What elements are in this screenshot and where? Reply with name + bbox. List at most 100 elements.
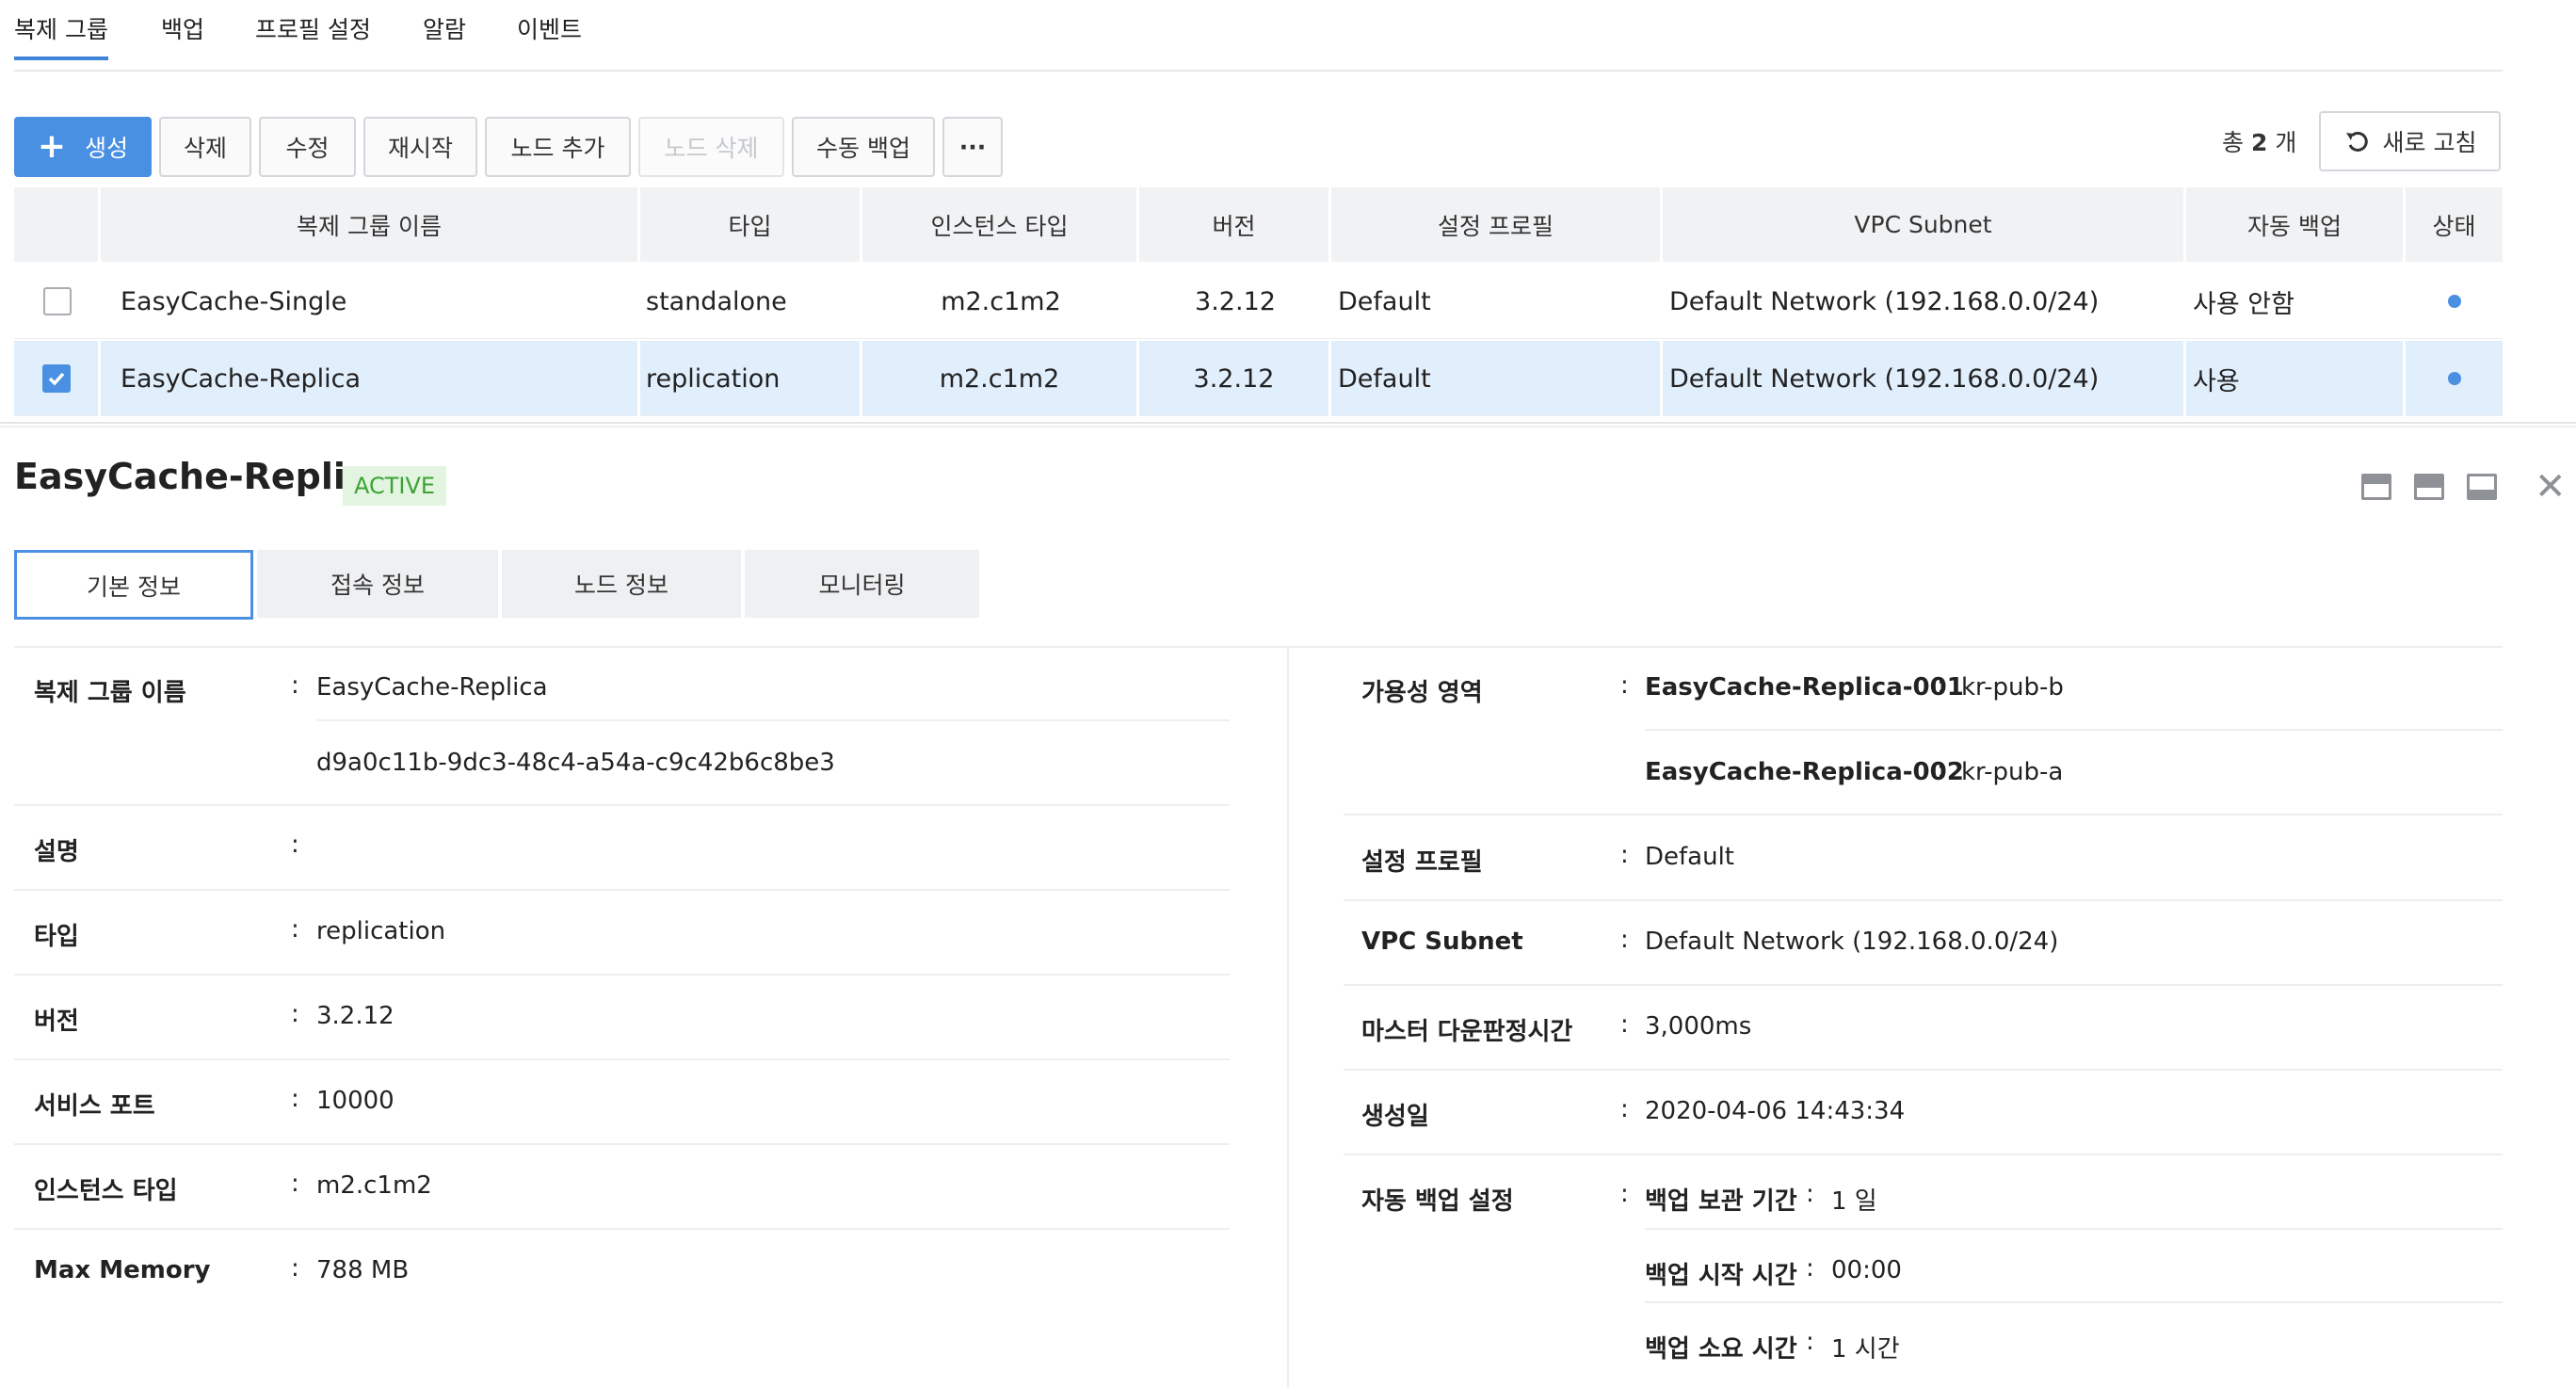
header-name[interactable]: 복제 그룹 이름 (101, 187, 640, 262)
header-auto-backup[interactable]: 자동 백업 (2186, 187, 2406, 262)
tabs-baseline (14, 646, 2503, 648)
cell-subnet: Default Network (192.168.0.0/24) (1669, 286, 2100, 316)
header-type[interactable]: 타입 (640, 187, 862, 262)
tab-backup[interactable]: 백업 (161, 13, 204, 60)
label-instance-type: 인스턴스 타입 (34, 1177, 178, 1205)
edit-button[interactable]: 수정 (259, 117, 356, 177)
header-version[interactable]: 버전 (1139, 187, 1331, 262)
manual-backup-button[interactable]: 수동 백업 (792, 117, 935, 177)
colon: : (1937, 756, 1945, 784)
table-row[interactable]: EasyCache-Replica replication m2.c1m2 3.… (14, 341, 2503, 416)
label-auto-backup: 자동 백업 설정 (1361, 1187, 1514, 1216)
colon: : (291, 671, 299, 700)
colon: : (291, 831, 299, 859)
label-profile: 설정 프로필 (1361, 848, 1483, 877)
tab-replication-group[interactable]: 복제 그룹 (14, 13, 108, 60)
delete-node-button[interactable]: 노드 삭제 (638, 117, 784, 177)
tab-alarm[interactable]: 알람 (423, 13, 466, 60)
refresh-label: 새로 고침 (2382, 129, 2477, 156)
status-badge: ACTIVE (343, 466, 447, 506)
value-id: d9a0c11b-9dc3-48c4-a54a-c9c42b6c8be3 (316, 749, 835, 777)
panel-splitter[interactable] (0, 422, 2576, 428)
value-service-port: 10000 (316, 1087, 394, 1115)
label-description: 설명 (34, 838, 79, 866)
value-name: EasyCache-Replica (316, 673, 548, 702)
az-node: EasyCache-Replica-001 (1645, 673, 1964, 702)
value-vpc-subnet: Default Network (192.168.0.0/24) (1645, 928, 2059, 956)
row-select[interactable] (14, 264, 101, 339)
value-max-memory: 788 MB (316, 1256, 410, 1284)
restart-label: 재시작 (387, 135, 453, 162)
table-row[interactable]: EasyCache-Single standalone m2.c1m2 3.2.… (14, 264, 2503, 339)
cell-type-text: replication (646, 363, 781, 394)
colon: : (291, 1254, 299, 1283)
label-max-memory: Max Memory (34, 1256, 211, 1284)
checkbox-checked[interactable] (41, 364, 71, 393)
tab-connection-info[interactable]: 접속 정보 (257, 550, 498, 618)
panel-layout-half-icon[interactable] (2414, 474, 2444, 500)
divider (14, 889, 1230, 891)
divider (14, 1058, 1230, 1060)
status-dot-icon (2447, 372, 2461, 385)
table-header: 복제 그룹 이름 타입 인스턴스 타입 버전 설정 프로필 VPC Subnet… (14, 187, 2503, 262)
divider (1344, 1154, 2503, 1155)
label-type: 타입 (34, 923, 79, 951)
backup-start-label: 백업 시작 시간 (1645, 1262, 1797, 1290)
tab-node-info[interactable]: 노드 정보 (502, 550, 741, 618)
divider (1645, 1301, 2503, 1303)
row-select[interactable] (14, 341, 101, 416)
cell-profile: Default (1331, 341, 1663, 416)
add-node-button[interactable]: 노드 추가 (485, 117, 631, 177)
colon: : (1620, 926, 1629, 954)
create-button[interactable]: + 생성 (14, 117, 152, 177)
divider (1645, 1228, 2503, 1230)
header-status[interactable]: 상태 (2406, 187, 2503, 262)
az-zone: kr-pub-b (1961, 673, 2064, 702)
cell-status (2406, 341, 2503, 416)
checkbox[interactable] (43, 287, 72, 315)
divider (14, 1228, 1230, 1230)
label-created-at: 생성일 (1361, 1103, 1429, 1131)
cell-name: EasyCache-Replica (101, 341, 640, 416)
header-subnet[interactable]: VPC Subnet (1663, 187, 2186, 262)
manual-backup-label: 수동 백업 (816, 135, 910, 162)
colon: : (1806, 1328, 1814, 1356)
close-icon[interactable]: ✕ (2535, 468, 2567, 506)
backup-start-value: 00:00 (1831, 1256, 1902, 1284)
divider (14, 804, 1230, 806)
backup-retention-label: 백업 보관 기간 (1645, 1187, 1797, 1216)
colon: : (1620, 841, 1629, 869)
panel-layout-top-icon[interactable] (2361, 474, 2391, 500)
cell-name-text: EasyCache-Replica (121, 363, 362, 394)
value-failover-time: 3,000ms (1645, 1012, 1752, 1041)
cell-version: 3.2.12 (1139, 341, 1331, 416)
panel-layout-full-icon[interactable] (2467, 474, 2497, 500)
tab-monitoring[interactable]: 모니터링 (745, 550, 979, 618)
cell-auto-backup: 사용 (2186, 341, 2406, 416)
value-profile: Default (1645, 843, 1734, 871)
delete-label: 삭제 (183, 135, 227, 162)
cell-status (2406, 264, 2503, 339)
tab-basic-info[interactable]: 기본 정보 (14, 550, 253, 620)
tab-profile-settings[interactable]: 프로필 설정 (255, 13, 371, 60)
colon: : (1620, 1095, 1629, 1123)
more-icon: ··· (958, 133, 987, 161)
total-count: 총 2 개 (2222, 124, 2296, 158)
colon: : (291, 1170, 299, 1198)
tabs-divider (14, 70, 2503, 72)
value-created-at: 2020-04-06 14:43:34 (1645, 1097, 1906, 1125)
cell-profile: Default (1338, 286, 1431, 316)
divider (1344, 899, 2503, 901)
status-dot-icon (2447, 295, 2461, 308)
more-button[interactable]: ··· (942, 117, 1003, 177)
edit-label: 수정 (285, 135, 330, 162)
create-label: 생성 (85, 135, 129, 162)
header-instance-type[interactable]: 인스턴스 타입 (862, 187, 1139, 262)
delete-button[interactable]: 삭제 (159, 117, 251, 177)
header-profile[interactable]: 설정 프로필 (1331, 187, 1663, 262)
divider (14, 1143, 1230, 1145)
restart-button[interactable]: 재시작 (363, 117, 477, 177)
tab-event[interactable]: 이벤트 (517, 13, 582, 60)
detail-title: EasyCache-Replica (14, 456, 392, 497)
refresh-button[interactable]: 새로 고침 (2319, 111, 2501, 171)
